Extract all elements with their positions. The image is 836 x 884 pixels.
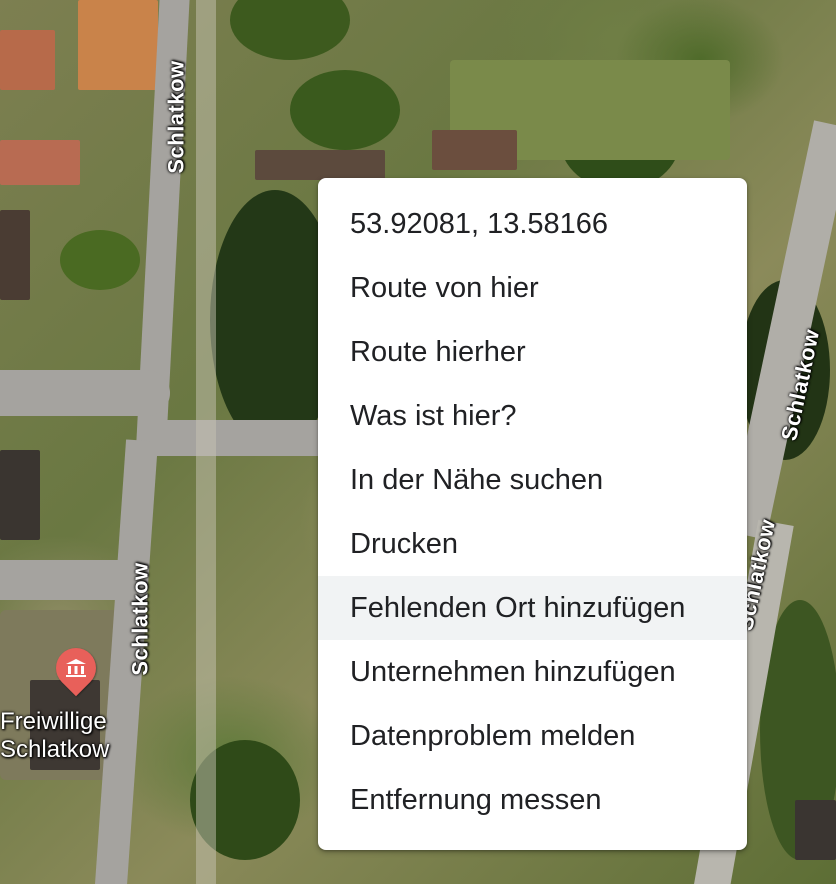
road [0,560,140,600]
building [0,450,40,540]
search-nearby-item[interactable]: In der Nähe suchen [318,448,747,512]
building [0,140,80,185]
place-marker[interactable] [47,639,105,697]
building [795,800,836,860]
building [0,210,30,300]
place-label[interactable]: Freiwillige Schlatkow [0,708,109,764]
whats-here-item[interactable]: Was ist hier? [318,384,747,448]
route-to-here-item[interactable]: Route hierher [318,320,747,384]
road [150,420,330,456]
building [255,150,385,180]
map-context-menu: 53.92081, 13.58166 Route von hier Route … [318,178,747,850]
road [0,370,170,416]
coordinates-item[interactable]: 53.92081, 13.58166 [318,192,747,256]
print-item[interactable]: Drucken [318,512,747,576]
sidewalk [196,0,216,884]
add-business-item[interactable]: Unternehmen hinzufügen [318,640,747,704]
measure-distance-item[interactable]: Entfernung messen [318,768,747,832]
building [0,30,55,90]
building [432,130,517,170]
museum-icon [66,659,86,677]
tree-canopy [60,230,140,290]
tree-canopy [230,0,350,60]
road-label: Schlatkow [127,562,153,676]
route-from-here-item[interactable]: Route von hier [318,256,747,320]
road-label: Schlatkow [163,60,189,174]
tree-canopy [290,70,400,150]
building [78,0,158,90]
add-missing-place-item[interactable]: Fehlenden Ort hinzufügen [318,576,747,640]
report-data-problem-item[interactable]: Datenproblem melden [318,704,747,768]
